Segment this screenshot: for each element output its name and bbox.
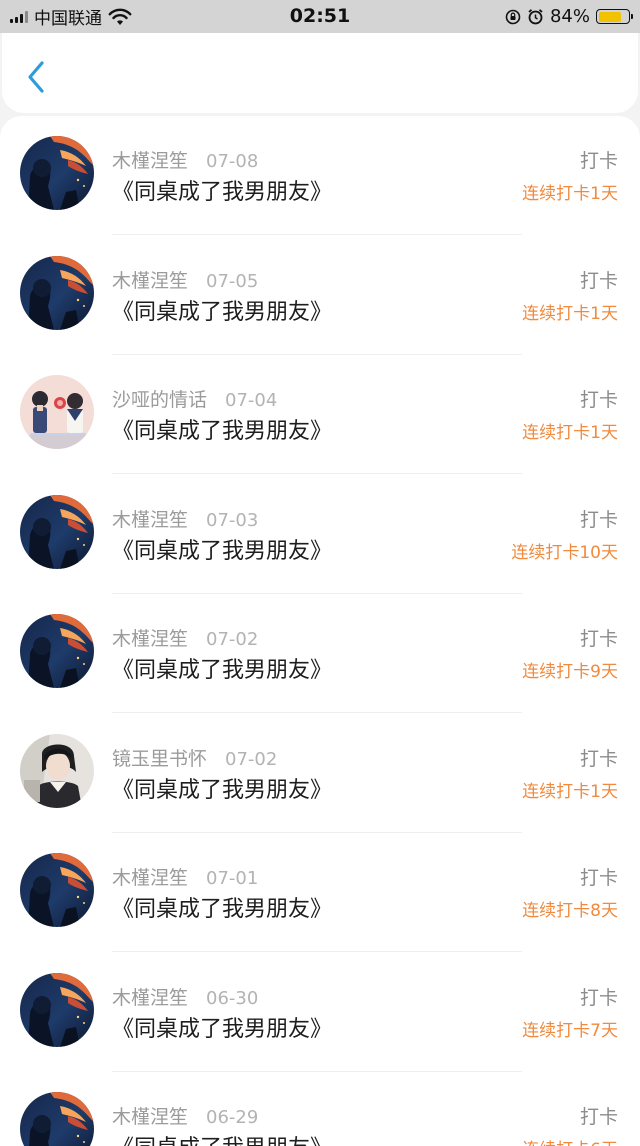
avatar[interactable] (20, 1092, 94, 1146)
book-title[interactable]: 《同桌成了我男朋友》 (112, 174, 332, 206)
back-button[interactable] (20, 57, 52, 97)
list-item[interactable]: 沙哑的情话 07-04 《同桌成了我男朋友》 打卡 连续打卡1天 (0, 355, 640, 474)
book-title[interactable]: 《同桌成了我男朋友》 (112, 652, 332, 684)
streak-count: 连续打卡6天 (522, 1135, 618, 1146)
username: 木槿涅笙 07-08 (112, 146, 258, 173)
checkin-date: 06-29 (206, 1107, 259, 1128)
username: 木槿涅笙 07-01 (112, 863, 258, 890)
chevron-left-icon (28, 61, 44, 93)
list-item[interactable]: 木槿涅笙 07-01 《同桌成了我男朋友》 打卡 连续打卡8天 (0, 833, 640, 952)
book-title[interactable]: 《同桌成了我男朋友》 (112, 533, 332, 565)
status-bar: 中国联通 02:51 84% (0, 0, 640, 33)
username: 木槿涅笙 06-29 (112, 1102, 258, 1129)
battery-icon (596, 9, 633, 24)
book-title[interactable]: 《同桌成了我男朋友》 (112, 294, 332, 326)
username: 木槿涅笙 07-02 (112, 624, 258, 651)
streak-count: 连续打卡9天 (522, 662, 618, 682)
username-text: 木槿涅笙 (112, 269, 189, 292)
book-title[interactable]: 《同桌成了我男朋友》 (112, 891, 332, 923)
checkin-label: 打卡 (579, 269, 618, 292)
list-item[interactable]: 木槿涅笙 07-05 《同桌成了我男朋友》 打卡 连续打卡1天 (0, 236, 640, 355)
battery-percent: 84% (549, 6, 590, 27)
checkin-date: 07-05 (206, 270, 259, 292)
username: 木槿涅笙 07-05 (112, 266, 258, 293)
checkin-date: 06-30 (206, 987, 259, 1009)
book-title[interactable]: 《同桌成了我男朋友》 (112, 413, 332, 445)
username-text: 木槿涅笙 (112, 508, 189, 531)
avatar[interactable] (20, 853, 94, 927)
streak-count: 连续打卡1天 (522, 184, 618, 204)
list-item[interactable]: 木槿涅笙 07-08 《同桌成了我男朋友》 打卡 连续打卡1天 (0, 116, 640, 235)
checkin-date: 07-02 (225, 748, 278, 770)
streak-count: 连续打卡8天 (522, 901, 618, 921)
checkin-date: 07-01 (206, 868, 259, 889)
username-text: 沙哑的情话 (112, 389, 208, 411)
avatar[interactable] (20, 733, 94, 808)
checkin-date: 07-04 (225, 390, 278, 411)
checkin-label: 打卡 (579, 747, 618, 770)
streak-count: 连续打卡1天 (522, 423, 618, 443)
checkin-label: 打卡 (579, 628, 618, 650)
username-text: 木槿涅笙 (112, 986, 189, 1009)
list-item[interactable]: 木槿涅笙 06-30 《同桌成了我男朋友》 打卡 连续打卡7天 (0, 953, 640, 1072)
avatar[interactable] (20, 255, 94, 330)
avatar[interactable] (20, 136, 94, 210)
book-title[interactable]: 《同桌成了我男朋友》 (112, 1130, 332, 1146)
username-text: 木槿涅笙 (112, 150, 189, 172)
checkin-date: 07-03 (206, 509, 259, 531)
checkin-date: 07-02 (206, 629, 259, 650)
checkin-label: 打卡 (579, 389, 618, 411)
streak-count: 连续打卡10天 (511, 542, 618, 563)
avatar[interactable] (20, 972, 94, 1047)
list-item[interactable]: 木槿涅笙 07-02 《同桌成了我男朋友》 打卡 连续打卡9天 (0, 594, 640, 713)
list-item[interactable]: 镜玉里书怀 07-02 《同桌成了我男朋友》 打卡 连续打卡1天 (0, 714, 640, 833)
username-text: 木槿涅笙 (112, 867, 189, 889)
username-text: 木槿涅笙 (112, 628, 189, 650)
alarm-icon (528, 9, 543, 25)
username: 木槿涅笙 07-03 (112, 505, 258, 532)
checkin-label: 打卡 (579, 508, 618, 531)
book-title[interactable]: 《同桌成了我男朋友》 (112, 1011, 332, 1043)
checkin-label: 打卡 (579, 1106, 618, 1128)
streak-count: 连续打卡1天 (522, 303, 618, 324)
checkin-label: 打卡 (579, 867, 618, 889)
avatar[interactable] (20, 614, 94, 688)
checkin-date: 07-08 (206, 151, 259, 172)
username: 木槿涅笙 06-30 (112, 983, 258, 1010)
username-text: 镜玉里书怀 (112, 747, 208, 770)
username: 镜玉里书怀 07-02 (112, 744, 277, 771)
username: 沙哑的情话 07-04 (112, 385, 277, 412)
streak-count: 连续打卡1天 (522, 781, 618, 802)
battery-level-fill (598, 11, 622, 22)
checkin-label: 打卡 (579, 986, 618, 1009)
book-title[interactable]: 《同桌成了我男朋友》 (112, 772, 332, 804)
status-bar-right: 84% (505, 0, 633, 33)
list-item[interactable]: 木槿涅笙 06-29 《同桌成了我男朋友》 打卡 连续打卡6天 (0, 1072, 640, 1146)
username-text: 木槿涅笙 (112, 1106, 189, 1128)
orientation-lock-icon (505, 9, 521, 24)
navigation-bar (2, 33, 638, 113)
list-item[interactable]: 木槿涅笙 07-03 《同桌成了我男朋友》 打卡 连续打卡10天 (0, 475, 640, 594)
checkin-list: 木槿涅笙 07-08 《同桌成了我男朋友》 打卡 连续打卡1天 木槿涅笙 07-05… (0, 116, 640, 1146)
avatar[interactable] (20, 375, 94, 449)
avatar[interactable] (20, 494, 94, 569)
streak-count: 连续打卡7天 (522, 1020, 618, 1041)
checkin-label: 打卡 (579, 150, 618, 172)
